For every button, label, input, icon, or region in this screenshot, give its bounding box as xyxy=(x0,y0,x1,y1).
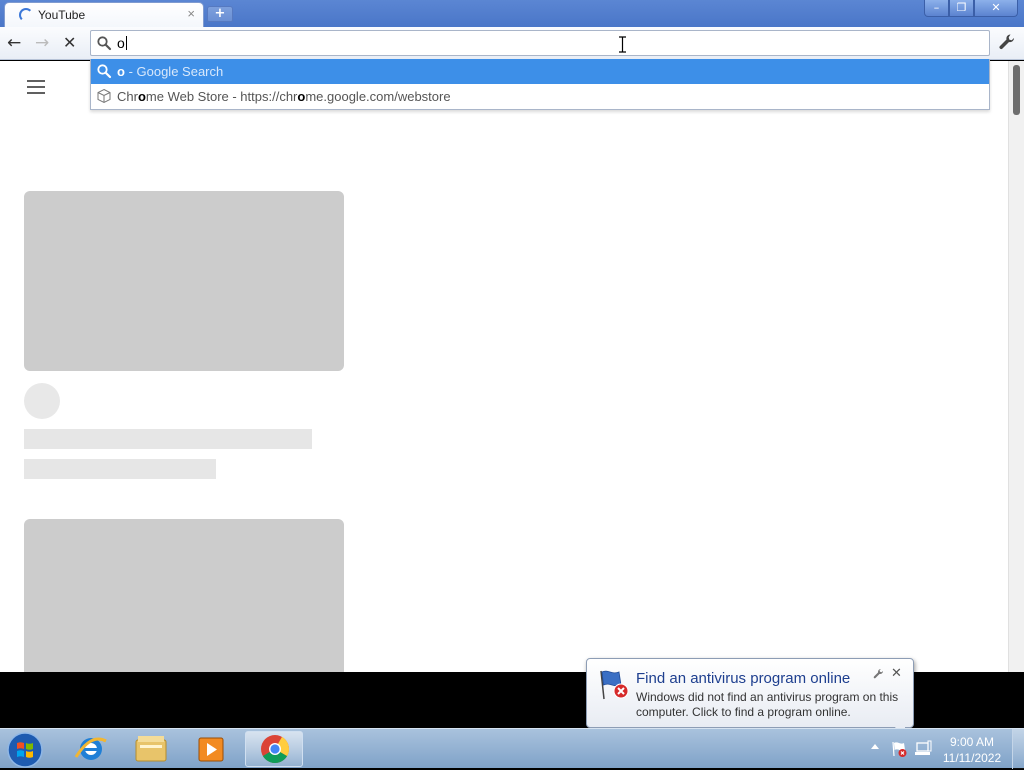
clock-date: 11/11/2022 xyxy=(942,751,1002,765)
notification-close-button[interactable]: ✕ xyxy=(891,666,902,681)
notification-body: Windows did not find an antivirus progra… xyxy=(636,690,899,719)
close-window-button[interactable]: ✕ xyxy=(974,0,1018,17)
scrollbar-thumb[interactable] xyxy=(1013,65,1020,115)
network-icon[interactable] xyxy=(914,740,932,758)
action-center-flag-icon xyxy=(600,670,629,700)
video-thumbnail-placeholder xyxy=(24,191,344,371)
tab-close-icon[interactable]: × xyxy=(187,6,195,21)
chrome-icon xyxy=(261,735,289,764)
title-bar: YouTube × + – ❐ ✕ xyxy=(0,0,1024,27)
loading-spinner-icon xyxy=(19,8,33,22)
media-player-icon[interactable] xyxy=(182,731,240,767)
address-input[interactable]: o xyxy=(117,35,127,51)
show-desktop-button[interactable] xyxy=(1012,729,1024,769)
new-tab-button[interactable]: + xyxy=(207,6,233,22)
search-icon xyxy=(97,64,112,79)
stop-loading-button[interactable]: ✕ xyxy=(63,34,76,52)
omnibox-suggestions: o - Google Search Chrome Web Store - htt… xyxy=(90,59,990,110)
back-button[interactable]: ← xyxy=(7,34,21,52)
video-thumbnail-placeholder xyxy=(24,519,344,672)
chrome-taskbar-button[interactable] xyxy=(245,731,303,767)
maximize-button[interactable]: ❐ xyxy=(949,0,974,17)
page-content xyxy=(0,61,1008,672)
suggestion-google-search[interactable]: o - Google Search xyxy=(91,59,989,84)
options-icon[interactable] xyxy=(873,668,885,680)
start-button[interactable] xyxy=(5,731,45,769)
tab-youtube[interactable]: YouTube × xyxy=(4,2,204,27)
suggestion-text: o - Google Search xyxy=(117,64,224,79)
suggestion-webstore[interactable]: Chrome Web Store - https://chrome.google… xyxy=(91,84,989,109)
title-placeholder xyxy=(24,429,312,449)
action-center-icon[interactable] xyxy=(890,740,908,758)
clock-time: 9:00 AM xyxy=(949,735,995,749)
windows-explorer-icon[interactable] xyxy=(122,731,180,767)
internet-explorer-icon[interactable] xyxy=(62,731,120,767)
subtitle-placeholder xyxy=(24,459,216,479)
minimize-button[interactable]: – xyxy=(924,0,949,17)
suggestion-text: Chrome Web Store - https://chrome.google… xyxy=(117,89,451,104)
forward-button[interactable]: → xyxy=(35,34,49,52)
notification-title: Find an antivirus program online xyxy=(636,670,851,687)
window-controls: – ❐ ✕ xyxy=(924,0,1018,17)
avatar-placeholder xyxy=(24,383,60,419)
antivirus-notification[interactable]: Find an antivirus program online Windows… xyxy=(586,658,914,728)
search-icon xyxy=(97,36,112,51)
show-hidden-icons-icon[interactable] xyxy=(870,742,880,750)
text-cursor-icon xyxy=(619,36,626,53)
wrench-menu-icon[interactable] xyxy=(997,32,1017,52)
address-bar[interactable]: o xyxy=(90,30,990,56)
tab-title: YouTube xyxy=(38,8,86,22)
taskbar: 9:00 AM 11/11/2022 xyxy=(0,728,1024,769)
page-scrollbar[interactable] xyxy=(1008,61,1024,672)
system-clock[interactable]: 9:00 AM 11/11/2022 xyxy=(937,734,1007,766)
menu-icon[interactable] xyxy=(27,80,45,94)
webstore-icon xyxy=(97,88,111,104)
